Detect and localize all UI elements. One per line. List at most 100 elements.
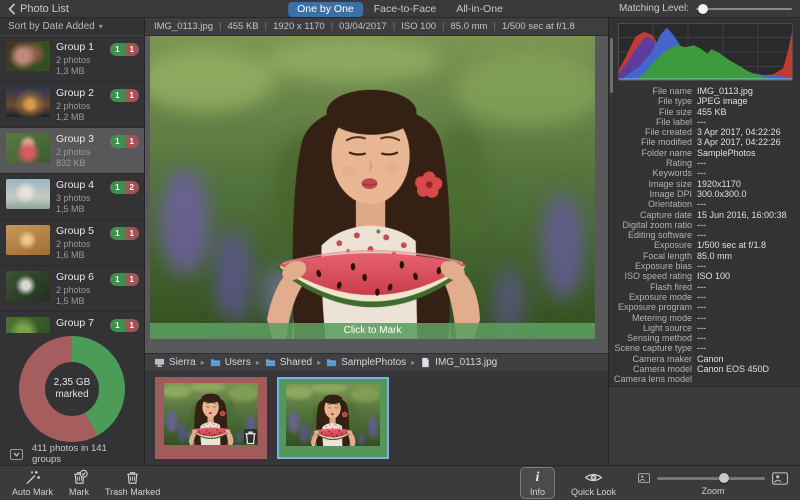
metadata-value: Canon EOS 450D — [697, 364, 770, 375]
metadata-row: ISO speed rating ISO 100 — [609, 271, 800, 281]
metadata-label: File modified — [640, 137, 692, 148]
metadata-label: Exposure program — [617, 302, 692, 313]
auto-mark-button[interactable]: Auto Mark — [12, 469, 53, 497]
quick-look-button[interactable]: Quick Look — [571, 469, 616, 497]
metadata-label: Camera lens model — [613, 374, 692, 385]
quick-look-label: Quick Look — [570, 487, 616, 497]
breadcrumb-separator: ▸ — [200, 358, 205, 367]
breadcrumb-label: IMG_0113.jpg — [435, 357, 498, 368]
kept-count-badge: 1 — [110, 181, 125, 194]
metadata-value: --- — [697, 116, 706, 127]
metadata-value: IMG_0113.jpg — [697, 86, 753, 96]
info-segment: 03/04/2017 — [339, 21, 387, 32]
zoom-slider[interactable] — [657, 472, 765, 484]
group-sidebar: Sort by Date Added ▾ Group 12 photos 1,3 … — [0, 18, 145, 465]
metadata-row: Editing software --- — [609, 230, 800, 240]
marked-count-badge: 1 — [124, 319, 139, 332]
mark-button[interactable]: Mark — [69, 469, 89, 497]
metadata-label: Image DPI — [649, 188, 692, 199]
kept-count-badge: 1 — [110, 89, 125, 102]
group-row[interactable]: Group 43 photos 1,5 MB 1 2 — [0, 174, 144, 220]
info-button[interactable]: i Info — [519, 467, 555, 499]
tab-face-to-face[interactable]: Face-to-Face — [365, 2, 445, 17]
group-size: 1,6 MB — [56, 250, 85, 260]
breadcrumb-item[interactable]: IMG_0113.jpg — [420, 357, 497, 368]
metadata-row: Exposure mode --- — [609, 292, 800, 302]
metadata-label: Light source — [642, 322, 692, 333]
group-row[interactable]: Group 12 photos 1,3 MB 1 1 — [0, 36, 144, 82]
tab-one-by-one[interactable]: One by One — [288, 1, 363, 17]
back-button[interactable]: Photo List — [8, 3, 69, 15]
computer-icon — [154, 357, 165, 368]
marked-count-badge: 1 — [124, 227, 139, 240]
sort-dropdown[interactable]: Sort by Date Added ▾ — [0, 18, 144, 36]
info-separator: | — [218, 21, 222, 32]
zoom-control: Zoom — [638, 470, 788, 496]
metadata-value: --- — [697, 312, 706, 323]
metadata-value: 1920x1170 — [697, 178, 741, 189]
trash-marked-label: Trash Marked — [105, 487, 161, 497]
metadata-value: 15 Jun 2016, 16:00:38 — [697, 209, 787, 220]
thumbnail-marked[interactable] — [155, 377, 267, 459]
click-to-mark-button[interactable]: Click to Mark — [150, 323, 595, 339]
metadata-value: ISO 100 — [697, 271, 731, 282]
main-photo[interactable]: Click to Mark — [150, 36, 595, 339]
tab-all-in-one[interactable]: All-in-One — [447, 2, 512, 17]
titlebar: Photo List One by One Face-to-Face All-in-… — [0, 0, 800, 18]
info-segment: IMG_0113.jpg — [154, 21, 213, 32]
panel-filler — [609, 386, 800, 465]
group-photo-count: 2 photos — [56, 147, 91, 157]
group-thumbnail — [6, 225, 50, 255]
group-row[interactable]: Group 711 — [0, 312, 144, 333]
collapse-groups-button[interactable] — [10, 448, 23, 460]
group-row[interactable]: Group 32 photos 832 KB 1 1 — [0, 128, 144, 174]
group-photo-count: 2 photos — [56, 55, 91, 65]
sort-label: Sort by Date Added — [8, 21, 95, 32]
metadata-row: Exposure program --- — [609, 302, 800, 312]
metadata-value: --- — [697, 199, 706, 210]
thumbnail-kept[interactable] — [277, 377, 389, 459]
kept-count-badge: 1 — [110, 43, 125, 56]
breadcrumb-item[interactable]: Sierra — [154, 357, 196, 368]
metadata-row: Sensing method --- — [609, 333, 800, 343]
group-row[interactable]: Group 22 photos 1,2 MB 1 1 — [0, 82, 144, 128]
metadata-value: --- — [697, 168, 706, 179]
metadata-list: File name IMG_0113.jpg File type JPEG image… — [609, 84, 800, 386]
metadata-row: File type JPEG image — [609, 96, 800, 106]
metadata-label: Exposure — [653, 240, 692, 251]
trash-icon — [124, 469, 141, 486]
breadcrumb-item[interactable]: Users — [210, 357, 251, 368]
breadcrumb-label: Sierra — [169, 357, 196, 368]
group-row[interactable]: Group 62 photos 1,5 MB 1 1 — [0, 266, 144, 312]
group-row[interactable]: Group 52 photos 1,6 MB 1 1 — [0, 220, 144, 266]
metadata-label: Image size — [648, 178, 692, 189]
thumbnail-strip — [145, 371, 608, 465]
bottom-toolbar: Auto Mark Mark Trash Marked i Info Quick… — [0, 465, 800, 500]
info-segment: 85.0 mm — [450, 21, 488, 32]
marked-summary-chart: 2,35 GB marked — [0, 333, 144, 445]
matching-level-slider[interactable] — [696, 3, 792, 15]
info-segment: 1920 x 1170 — [273, 21, 325, 32]
metadata-row: Exposure 1/500 sec at f/1.8 — [609, 240, 800, 250]
slider-track — [657, 477, 765, 480]
metadata-value: --- — [697, 333, 706, 344]
folder-icon — [326, 357, 337, 368]
kept-count-badge: 1 — [110, 319, 125, 332]
metadata-label: Scene capture type — [614, 343, 692, 354]
metadata-value: 3 Apr 2017, 04:22:26 — [697, 137, 781, 148]
scrollbar-thumb[interactable] — [610, 38, 613, 93]
breadcrumb-item[interactable]: SamplePhotos — [326, 357, 406, 368]
metadata-row: Focal length 85.0 mm — [609, 251, 800, 261]
trash-marked-button[interactable]: Trash Marked — [105, 469, 160, 497]
breadcrumb-separator: ▸ — [317, 358, 322, 367]
group-badge: 11 — [110, 273, 139, 286]
metadata-label: File label — [655, 116, 692, 127]
metadata-value: 455 KB — [697, 106, 727, 117]
trash-overlay-icon — [244, 429, 257, 444]
metadata-label: ISO speed rating — [624, 271, 692, 282]
marked-count-badge: 2 — [124, 181, 139, 194]
breadcrumb-item[interactable]: Shared — [265, 357, 312, 368]
slider-knob[interactable] — [697, 3, 708, 14]
slider-knob[interactable] — [718, 473, 729, 483]
metadata-value: 3 Apr 2017, 04:22:26 — [697, 127, 781, 138]
